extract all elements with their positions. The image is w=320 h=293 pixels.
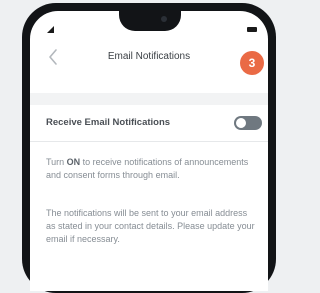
- instruction-text: Turn ON to receive notifications of anno…: [46, 156, 258, 182]
- app-screen: Email Notifications 3 Receive Email Noti…: [30, 11, 268, 291]
- toggle-knob: [236, 118, 246, 128]
- phone-notch: [119, 11, 181, 31]
- setting-label: Receive Email Notifications: [46, 117, 171, 128]
- email-notifications-toggle[interactable]: [234, 116, 262, 130]
- email-info-text: The notifications will be sent to your e…: [46, 208, 255, 244]
- section-divider: [30, 93, 268, 105]
- notification-badge: 3: [240, 51, 264, 75]
- camera-icon: [161, 16, 167, 22]
- signal-icon: [47, 26, 54, 33]
- email-notifications-setting-row: Receive Email Notifications: [30, 105, 268, 142]
- instruction-on-word: ON: [66, 157, 81, 167]
- phone-frame: Email Notifications 3 Receive Email Noti…: [22, 3, 276, 293]
- battery-icon: [247, 27, 257, 32]
- page-title: Email Notifications: [107, 51, 191, 62]
- nav-bar: Email Notifications 3: [30, 37, 268, 77]
- instruction-prefix: Turn: [46, 157, 67, 167]
